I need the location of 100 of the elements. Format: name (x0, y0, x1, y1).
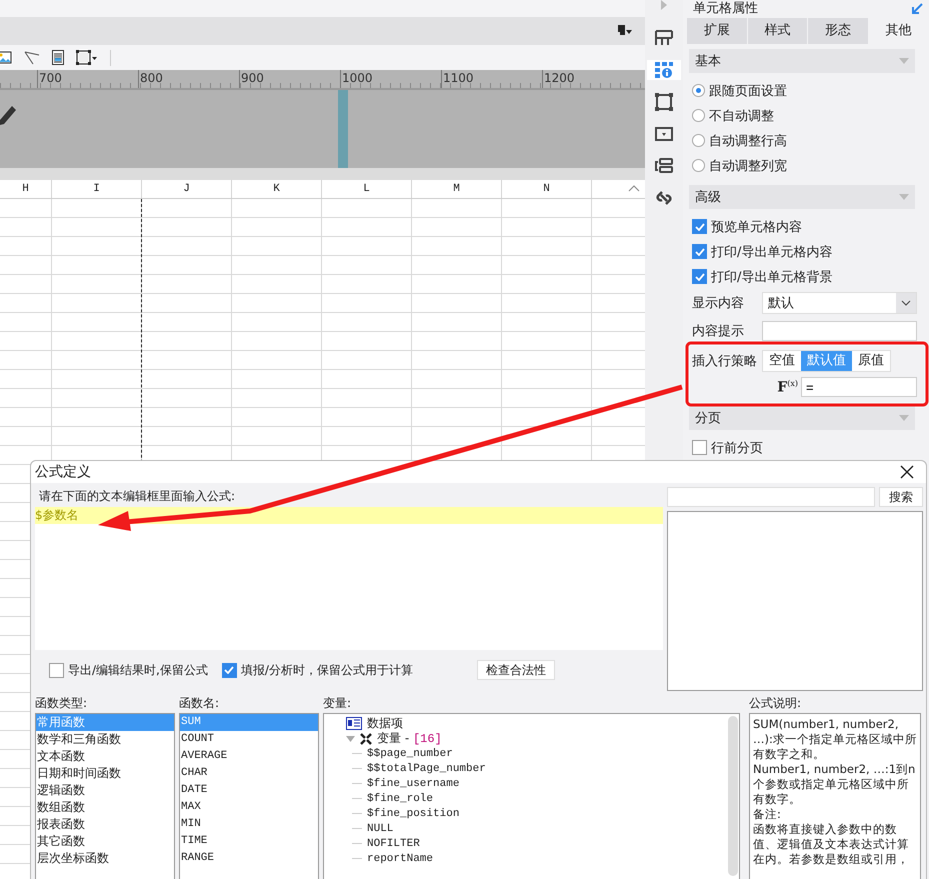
info-grid-icon[interactable] (654, 60, 674, 80)
search-button[interactable]: 搜索 (879, 487, 923, 507)
list-item[interactable]: MIN (180, 816, 318, 833)
editor-prompt: 请在下面的文本编辑框里面输入公式: (38, 488, 236, 505)
border-icon[interactable] (76, 50, 98, 66)
list-item[interactable]: 数组函数 (36, 799, 174, 816)
scrollbar[interactable] (728, 716, 738, 876)
caret-icon (899, 415, 909, 421)
list-label: 变量: (323, 695, 352, 712)
tree-item[interactable]: reportName (367, 852, 434, 864)
radio-button[interactable] (692, 84, 705, 97)
field-label: 插入行策略 (692, 353, 758, 370)
list-item[interactable]: 报表函数 (36, 816, 174, 833)
ruler-label: 700 (38, 71, 62, 85)
column-header[interactable]: K (232, 180, 322, 198)
dropdown-box-icon[interactable] (654, 124, 674, 144)
expand-toggle-icon[interactable] (346, 736, 355, 742)
section-title: 分页 (695, 410, 721, 427)
list-item[interactable]: 逻辑函数 (36, 782, 174, 799)
panel-tab[interactable]: 样式 (748, 18, 808, 44)
dropdown-value: 默认 (767, 295, 795, 312)
list-item[interactable]: DATE (180, 782, 318, 799)
list-item[interactable]: RANGE (180, 850, 318, 867)
list-item[interactable]: 文本函数 (36, 748, 174, 765)
ruler-label: 900 (240, 71, 264, 85)
checkbox[interactable] (222, 662, 237, 678)
section-title: 基本 (695, 53, 721, 70)
list-label: 函数名: (179, 695, 220, 712)
check-icon (694, 272, 704, 280)
checkbox[interactable] (49, 662, 64, 678)
document-icon[interactable] (52, 50, 64, 65)
radio-button[interactable] (692, 134, 705, 147)
list-item[interactable]: TIME (180, 833, 318, 850)
check-icon (224, 666, 234, 674)
checkbox[interactable] (692, 244, 707, 259)
image-icon[interactable] (0, 50, 12, 64)
caret-icon (899, 194, 909, 200)
widget-icon[interactable] (654, 156, 674, 176)
ruler-label: 800 (139, 71, 163, 85)
column-header[interactable]: I (52, 180, 142, 198)
column-header[interactable]: H (0, 180, 52, 198)
panel-tab[interactable]: 扩展 (687, 18, 748, 44)
expand-arrow-icon[interactable] (911, 2, 923, 14)
section-header-bar[interactable]: 基本 (689, 49, 915, 73)
validate-button[interactable]: 检查合法性 (476, 660, 555, 680)
square-icon[interactable] (654, 92, 674, 112)
segment-button[interactable]: 原值 (852, 351, 890, 371)
radio-button[interactable] (692, 159, 705, 172)
checkbox[interactable] (692, 440, 707, 455)
tree-item[interactable]: NOFILTER (367, 838, 420, 850)
section-header-bar[interactable]: 分页 (689, 406, 915, 430)
content-hint-field[interactable] (762, 321, 917, 341)
column-header[interactable]: M (412, 180, 502, 198)
checkbox[interactable] (692, 269, 707, 284)
checkbox-label: 填报/分析时，保留公式用于计算 (240, 662, 413, 678)
list-item[interactable]: 数学和三角函数 (36, 731, 174, 748)
description-text: 函数将直接键入参数中的数值、逻辑值及文本表达式计算在内。若参数是数组或引用， (753, 822, 910, 867)
tree-item[interactable]: $$page_number (367, 748, 453, 760)
panel-tab[interactable]: 其他 (868, 18, 929, 44)
format-icon[interactable] (618, 25, 632, 37)
formula-field[interactable]: = (801, 377, 917, 397)
column-header[interactable]: J (142, 180, 232, 198)
data-item-icon (346, 717, 362, 730)
column-header[interactable]: L (322, 180, 412, 198)
tree-item[interactable]: $$totalPage_number (367, 762, 486, 774)
tree-item[interactable]: NULL (367, 822, 394, 834)
field-label: 显示内容 (692, 295, 745, 312)
list-item[interactable]: AVERAGE (180, 748, 318, 765)
tree-item[interactable]: $fine_role (367, 792, 434, 804)
radio-label: 自动调整列宽 (709, 158, 787, 174)
variables-icon (360, 732, 372, 744)
formula-button[interactable]: F$^{(x)}$ (777, 378, 798, 396)
grid-frame-icon[interactable] (654, 28, 674, 48)
checkbox[interactable] (692, 219, 707, 234)
checkbox-label: 行前分页 (711, 440, 763, 456)
list-item[interactable]: CHAR (180, 765, 318, 782)
segment-button[interactable]: 空值 (763, 351, 801, 371)
display-content-dropdown[interactable]: 默认 (762, 292, 917, 314)
checkbox-label: 导出/编辑结果时,保留公式 (68, 662, 208, 678)
list-item[interactable]: 层次坐标函数 (36, 850, 174, 867)
column-header[interactable]: N (502, 180, 592, 198)
line-icon[interactable] (24, 50, 40, 64)
section-header-bar[interactable]: 高级 (689, 185, 915, 209)
close-icon[interactable] (900, 465, 914, 479)
list-item[interactable]: MAX (180, 799, 318, 816)
tree-label[interactable]: 变量 - [16] (377, 730, 442, 747)
ruler-label: 1200 (543, 71, 575, 85)
check-icon (694, 248, 704, 256)
dialog-title: 公式定义 (35, 463, 91, 481)
panel-title: 单元格属性 (693, 1, 758, 16)
tree-label[interactable]: 数据项 (367, 715, 403, 732)
search-field[interactable] (667, 487, 875, 507)
checkbox-label: 打印/导出单元格背景 (711, 268, 832, 286)
list-item[interactable]: COUNT (180, 731, 318, 748)
radio-button[interactable] (692, 109, 705, 122)
tree-item[interactable]: $fine_position (367, 808, 460, 820)
list-item[interactable]: 日期和时间函数 (36, 765, 174, 782)
list-item[interactable]: 其它函数 (36, 833, 174, 850)
tree-item[interactable]: $fine_username (367, 778, 460, 790)
check-icon (694, 222, 704, 230)
